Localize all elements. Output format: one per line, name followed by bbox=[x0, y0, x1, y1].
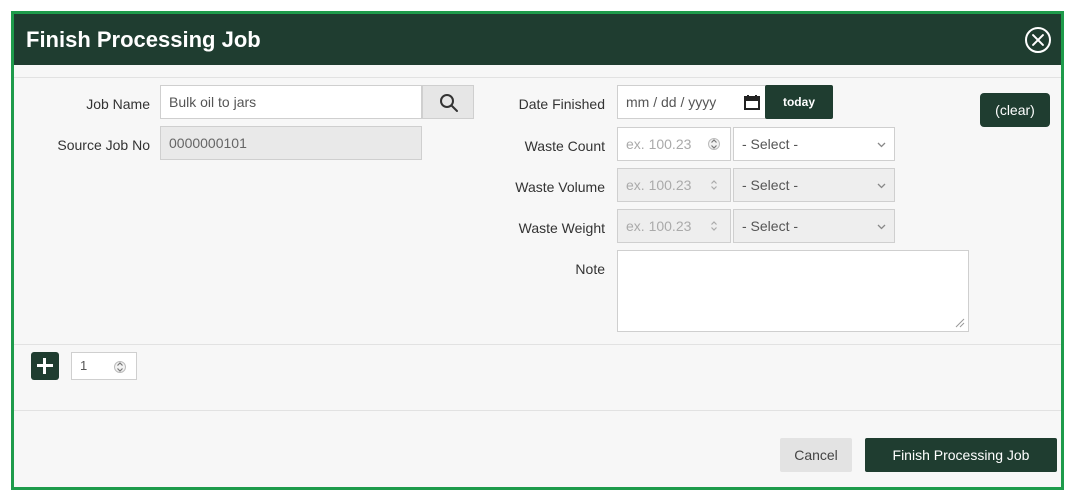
finish-processing-job-button[interactable]: Finish Processing Job bbox=[865, 438, 1057, 472]
waste-volume-label: Waste Volume bbox=[515, 179, 605, 195]
dialog-title: Finish Processing Job bbox=[26, 27, 261, 52]
waste-count-input[interactable]: ex. 100.23 bbox=[617, 127, 731, 161]
resize-grip-icon[interactable] bbox=[955, 318, 965, 328]
chevron-down-icon bbox=[877, 224, 886, 230]
date-finished-input[interactable]: mm / dd / yyyy bbox=[617, 85, 767, 119]
waste-volume-placeholder: ex. 100.23 bbox=[626, 177, 692, 193]
spinner-icon[interactable] bbox=[114, 359, 126, 375]
quantity-value: 1 bbox=[80, 358, 88, 373]
finish-processing-job-dialog: Finish Processing Job Job Name Bulk oil … bbox=[11, 11, 1064, 490]
waste-volume-unit-select[interactable]: - Select - bbox=[733, 168, 895, 202]
cancel-button[interactable]: Cancel bbox=[780, 438, 852, 472]
waste-volume-input[interactable]: ex. 100.23 bbox=[617, 168, 731, 202]
waste-count-placeholder: ex. 100.23 bbox=[626, 136, 692, 152]
date-finished-label: Date Finished bbox=[518, 96, 605, 112]
close-icon[interactable] bbox=[1025, 27, 1051, 53]
spinner-icon bbox=[711, 180, 717, 190]
note-label: Note bbox=[575, 261, 605, 277]
job-search-button[interactable] bbox=[422, 85, 474, 119]
chevron-down-icon bbox=[877, 183, 886, 189]
spinner-icon bbox=[711, 221, 717, 231]
plus-icon[interactable] bbox=[31, 352, 59, 380]
job-name-input[interactable]: Bulk oil to jars bbox=[160, 85, 422, 119]
waste-count-unit-value: - Select - bbox=[742, 136, 799, 152]
waste-volume-unit-value: - Select - bbox=[742, 177, 799, 193]
clear-button[interactable]: (clear) bbox=[980, 93, 1050, 127]
today-button[interactable]: today bbox=[765, 85, 833, 119]
waste-weight-input[interactable]: ex. 100.23 bbox=[617, 209, 731, 243]
waste-weight-unit-value: - Select - bbox=[742, 218, 799, 234]
waste-weight-unit-select[interactable]: - Select - bbox=[733, 209, 895, 243]
divider bbox=[14, 344, 1061, 345]
dialog-header: Finish Processing Job bbox=[14, 14, 1061, 65]
divider bbox=[14, 410, 1061, 411]
job-name-label: Job Name bbox=[86, 96, 150, 112]
chevron-down-icon bbox=[877, 142, 886, 148]
search-icon bbox=[440, 94, 458, 112]
source-job-no-field: 0000000101 bbox=[160, 126, 422, 160]
waste-weight-label: Waste Weight bbox=[518, 220, 605, 236]
divider bbox=[14, 77, 1061, 78]
waste-weight-placeholder: ex. 100.23 bbox=[626, 218, 692, 234]
calendar-icon[interactable] bbox=[744, 94, 760, 110]
date-finished-placeholder: mm / dd / yyyy bbox=[626, 94, 717, 110]
quantity-stepper[interactable]: 1 bbox=[71, 352, 137, 380]
waste-count-label: Waste Count bbox=[524, 138, 605, 154]
waste-count-unit-select[interactable]: - Select - bbox=[733, 127, 895, 161]
note-textarea[interactable] bbox=[617, 250, 969, 332]
source-job-no-label: Source Job No bbox=[57, 137, 150, 153]
spinner-icon[interactable] bbox=[708, 136, 720, 152]
